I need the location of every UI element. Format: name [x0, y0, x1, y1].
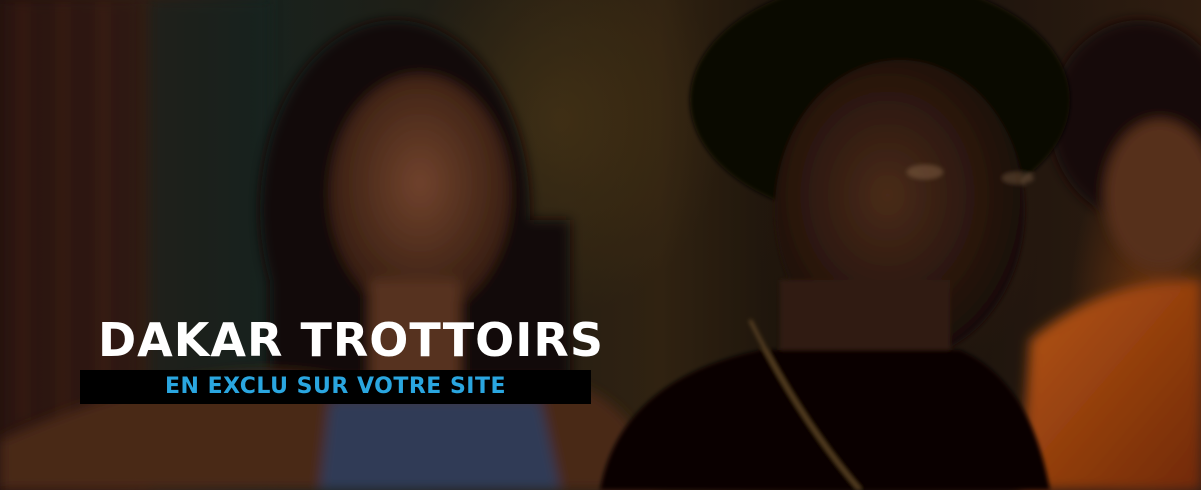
banner-title: DAKAR TROTTOIRS: [98, 313, 604, 367]
banner-photo: [0, 0, 1201, 490]
banner-subtitle: EN EXCLU SUR VOTRE SITE: [80, 370, 591, 404]
promo-banner[interactable]: DAKAR TROTTOIRS EN EXCLU SUR VOTRE SITE: [0, 0, 1201, 490]
